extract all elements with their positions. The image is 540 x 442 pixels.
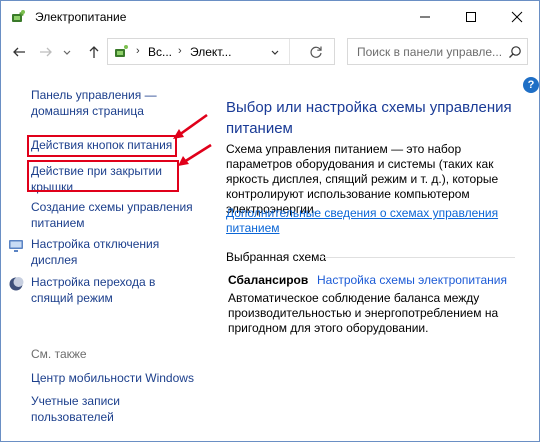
- close-icon: [511, 11, 523, 22]
- minimize-icon: [420, 16, 430, 17]
- maximize-button[interactable]: [448, 1, 494, 32]
- breadcrumb-control-panel[interactable]: Вс...: [148, 45, 172, 59]
- selected-plan-heading: Выбранная схема: [226, 250, 327, 264]
- sidebar-link-create-plan[interactable]: Создание схемы управления питанием: [31, 199, 211, 231]
- search-input[interactable]: Поиск в панели управле...: [347, 38, 528, 65]
- breadcrumb-separator-icon[interactable]: ›: [136, 45, 140, 57]
- close-button[interactable]: [494, 1, 540, 32]
- address-bar[interactable]: › Вс... › Элект...: [107, 38, 335, 65]
- up-button[interactable]: [85, 43, 103, 61]
- arrow-annotation-icon: [178, 143, 212, 166]
- plan-name: Сбалансиров: [228, 273, 309, 287]
- more-info-link[interactable]: Дополнительные сведения о схемах управле…: [226, 206, 516, 236]
- control-panel-icon: [115, 45, 128, 57]
- back-button[interactable]: [10, 43, 28, 61]
- title-bar[interactable]: Электропитание: [1, 1, 539, 32]
- plan-description: Автоматическое соблюдение баланса между …: [228, 291, 499, 335]
- highlight-box: [27, 160, 179, 192]
- address-history-button[interactable]: [268, 44, 282, 60]
- plan-settings-link[interactable]: Настройка схемы электропитания: [317, 273, 507, 287]
- breadcrumb-power-options[interactable]: Элект...: [190, 45, 231, 59]
- arrow-annotation-icon: [173, 113, 208, 139]
- moon-icon: [9, 277, 24, 291]
- help-button[interactable]: ?: [523, 77, 539, 93]
- power-options-icon: [12, 10, 25, 22]
- arrow-left-icon: [13, 47, 25, 57]
- see-also-heading: См. также: [31, 347, 87, 361]
- breadcrumb-separator-icon[interactable]: ›: [178, 45, 182, 57]
- sidebar-link-display-off[interactable]: Настройка отключения дисплея: [31, 236, 181, 268]
- recent-locations-button[interactable]: [61, 43, 73, 61]
- divider: [321, 257, 515, 258]
- refresh-button[interactable]: [308, 44, 324, 60]
- search-icon[interactable]: [508, 45, 522, 59]
- shield-icon: [9, 240, 23, 252]
- arrow-up-icon: [89, 46, 99, 58]
- control-panel-window: Электропитание › Вс... › Элект... Поиск …: [0, 0, 540, 442]
- search-placeholder: Поиск в панели управле...: [357, 45, 503, 59]
- refresh-icon: [310, 46, 322, 58]
- navigation-bar: › Вс... › Элект... Поиск в панели управл…: [1, 35, 539, 71]
- forward-button[interactable]: [37, 43, 55, 61]
- chevron-down-icon: [271, 50, 279, 55]
- maximize-icon: [466, 11, 476, 22]
- arrow-right-icon: [40, 47, 52, 57]
- sidebar-link-user-accounts[interactable]: Учетные записи пользователей: [31, 393, 171, 425]
- divider: [289, 39, 290, 64]
- chevron-down-icon: [63, 50, 71, 55]
- sidebar-link-sleep[interactable]: Настройка перехода в спящий режим: [31, 274, 181, 306]
- sidebar-link-mobility-center[interactable]: Центр мобильности Windows: [31, 370, 194, 386]
- page-title: Выбор или настройка схемы управления пит…: [226, 99, 512, 137]
- highlight-box: [27, 135, 177, 157]
- minimize-button[interactable]: [402, 1, 448, 32]
- window-title: Электропитание: [35, 10, 127, 24]
